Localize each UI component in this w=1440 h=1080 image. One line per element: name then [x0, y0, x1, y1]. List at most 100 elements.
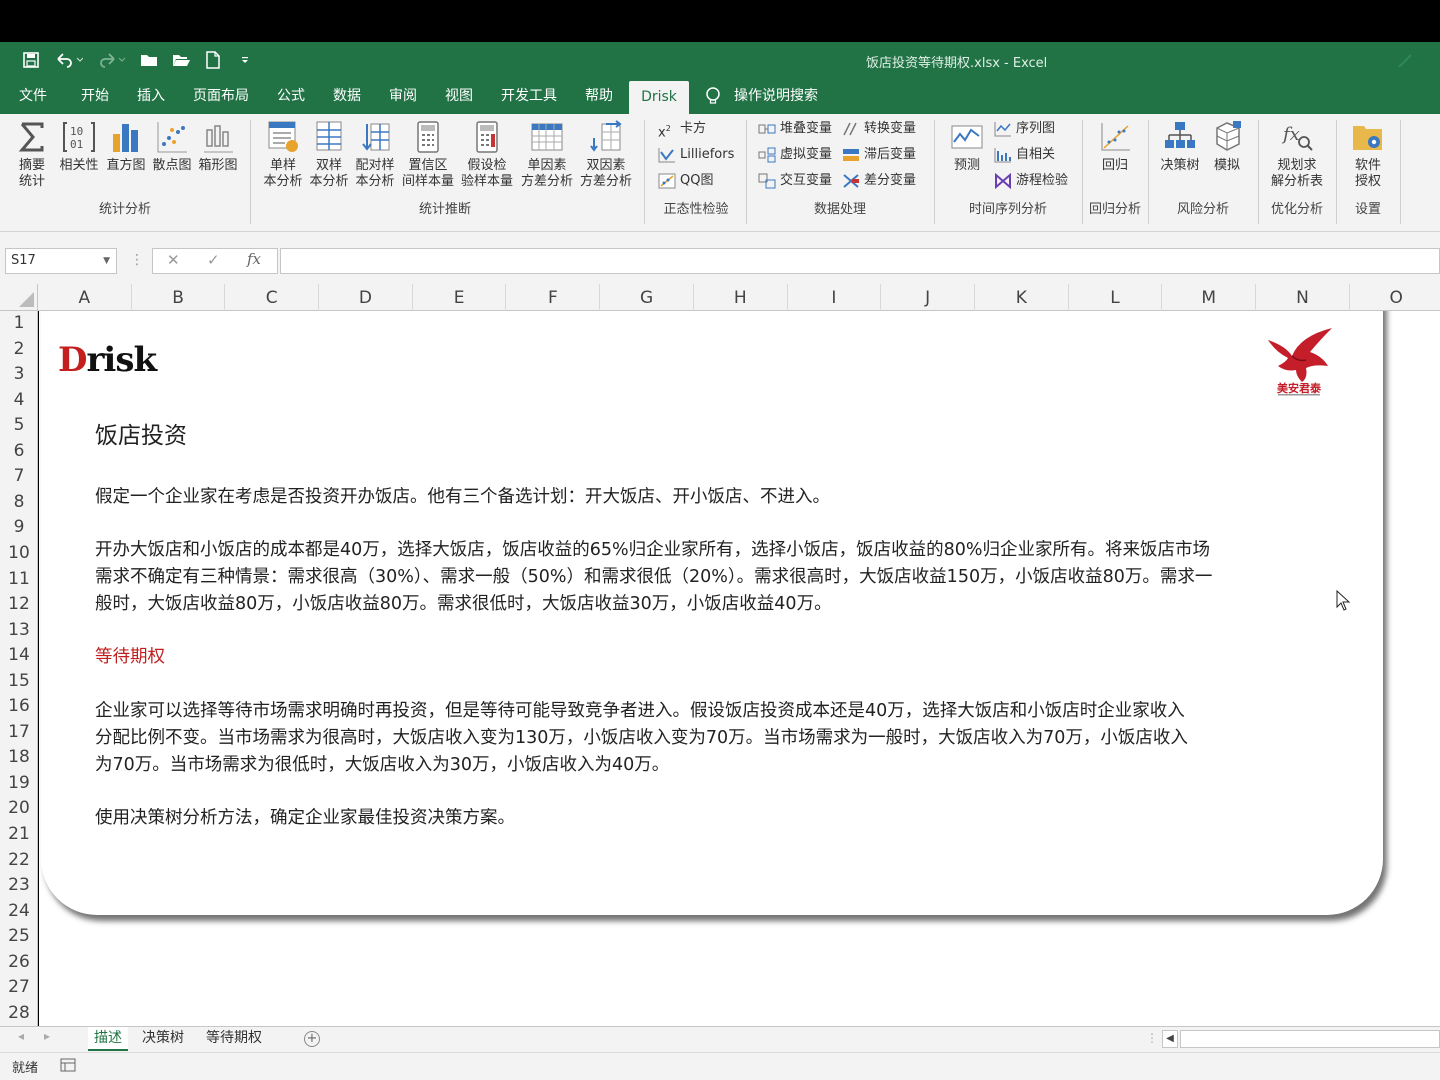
column-header[interactable]: L [1069, 284, 1163, 311]
tab-view[interactable]: 视图 [436, 78, 482, 114]
row-header[interactable]: 18 [0, 745, 38, 771]
account-icon[interactable] [1394, 50, 1416, 70]
row-header[interactable]: 21 [0, 822, 38, 848]
histogram-button[interactable]: 直方图 [104, 120, 148, 174]
column-header[interactable]: O [1350, 284, 1440, 311]
worksheet-grid[interactable] [39, 311, 1440, 1026]
one-way-anova-button[interactable]: 单因素 方差分析 [518, 120, 576, 190]
horizontal-scrollbar[interactable] [1180, 1030, 1440, 1048]
solver-table-button[interactable]: fx 规划求 解分析表 [1266, 120, 1328, 190]
row-header[interactable]: 14 [0, 643, 38, 669]
row-header[interactable]: 3 [0, 362, 38, 388]
tab-data[interactable]: 数据 [324, 78, 370, 114]
column-header[interactable]: N [1256, 284, 1350, 311]
column-header[interactable]: C [225, 284, 320, 311]
row-header[interactable]: 2 [0, 337, 38, 363]
row-header[interactable]: 5 [0, 413, 38, 439]
row-header[interactable]: 4 [0, 388, 38, 414]
resize-handle-icon[interactable]: ⋮ [130, 252, 144, 268]
tab-file[interactable]: 文件 [10, 78, 56, 114]
row-header[interactable]: 28 [0, 1001, 38, 1027]
chi-square-button[interactable]: x2 卡方 [658, 118, 706, 140]
tab-review[interactable]: 审阅 [380, 78, 426, 114]
column-header[interactable]: B [132, 284, 226, 311]
save-icon[interactable] [20, 50, 42, 70]
tab-insert[interactable]: 插入 [128, 78, 174, 114]
column-header[interactable]: M [1162, 284, 1257, 311]
customize-qat-icon[interactable] [236, 50, 254, 70]
correlation-button[interactable]: 10 01 相关性 [56, 120, 102, 174]
row-header[interactable]: 22 [0, 848, 38, 874]
row-header[interactable]: 6 [0, 439, 38, 465]
tab-help[interactable]: 帮助 [576, 78, 622, 114]
cancel-icon[interactable]: ✕ [167, 251, 180, 269]
column-header[interactable]: J [881, 284, 975, 311]
row-header[interactable]: 8 [0, 490, 38, 516]
row-header[interactable]: 12 [0, 592, 38, 618]
tab-formulas[interactable]: 公式 [268, 78, 314, 114]
column-header[interactable]: F [507, 284, 601, 311]
qq-plot-button[interactable]: QQ图 [658, 170, 713, 192]
series-plot-button[interactable]: 序列图 [994, 118, 1055, 140]
stack-variable-button[interactable]: 堆叠变量 [758, 118, 832, 140]
sheet-tab-decision-tree[interactable]: 决策树 [136, 1027, 190, 1051]
row-header[interactable]: 9 [0, 515, 38, 541]
paired-sample-button[interactable]: 配对样 本分析 [352, 120, 398, 190]
tab-developer[interactable]: 开发工具 [496, 78, 562, 114]
row-header[interactable]: 27 [0, 975, 38, 1001]
add-sheet-icon[interactable]: + [304, 1031, 320, 1047]
one-sample-button[interactable]: 单样 本分析 [258, 120, 308, 190]
row-header[interactable]: 1 [0, 311, 38, 337]
column-header[interactable]: K [975, 284, 1069, 311]
redo-icon[interactable] [94, 50, 128, 70]
dummy-variable-button[interactable]: 虚拟变量 [758, 144, 832, 166]
row-header[interactable]: 13 [0, 618, 38, 644]
scroll-left-icon[interactable]: ◂ [18, 1029, 24, 1043]
interaction-variable-button[interactable]: 交互变量 [758, 170, 832, 192]
simulation-button[interactable]: 模拟 [1206, 120, 1248, 174]
row-header[interactable]: 23 [0, 873, 38, 899]
transform-variable-button[interactable]: 转换变量 [842, 118, 916, 140]
row-header[interactable]: 7 [0, 464, 38, 490]
two-sample-button[interactable]: 双样 本分析 [306, 120, 352, 190]
row-header[interactable]: 20 [0, 796, 38, 822]
name-box[interactable]: S17 ▼ [5, 248, 117, 274]
row-header[interactable]: 19 [0, 771, 38, 797]
row-header[interactable]: 25 [0, 924, 38, 950]
regression-button[interactable]: 回归 [1094, 120, 1136, 174]
tab-home[interactable]: 开始 [72, 78, 118, 114]
folder-icon[interactable] [138, 50, 160, 70]
scatter-button[interactable]: 散点图 [150, 120, 194, 174]
insert-function-icon[interactable]: fx [247, 250, 261, 268]
open-folder-icon[interactable] [170, 50, 192, 70]
row-header[interactable]: 26 [0, 950, 38, 976]
lag-variable-button[interactable]: 滞后变量 [842, 144, 916, 166]
macro-record-icon[interactable] [60, 1058, 76, 1076]
column-header[interactable]: G [600, 284, 694, 311]
column-header[interactable]: A [38, 284, 132, 311]
scroll-right-icon[interactable]: ▸ [44, 1029, 50, 1043]
column-header[interactable]: E [413, 284, 507, 311]
formula-input[interactable] [280, 248, 1440, 274]
hscroll-left-icon[interactable]: ◀ [1162, 1030, 1178, 1048]
row-header[interactable]: 10 [0, 541, 38, 567]
sheet-tab-wait-option[interactable]: 等待期权 [200, 1027, 268, 1051]
runs-test-button[interactable]: 游程检验 [994, 170, 1068, 192]
boxplot-button[interactable]: 箱形图 [196, 120, 240, 174]
row-header[interactable]: 16 [0, 694, 38, 720]
select-all-corner[interactable] [0, 284, 38, 311]
enter-icon[interactable]: ✓ [207, 251, 220, 269]
row-header[interactable]: 15 [0, 669, 38, 695]
autocorrelation-button[interactable]: 自相关 [994, 144, 1055, 166]
tab-drisk[interactable]: Drisk [629, 81, 689, 114]
row-header[interactable]: 11 [0, 567, 38, 593]
tab-page-layout[interactable]: 页面布局 [188, 78, 254, 114]
two-way-anova-button[interactable]: 双因素 方差分析 [577, 120, 635, 190]
lilliefors-button[interactable]: Lilliefors [658, 144, 734, 166]
column-header[interactable]: I [788, 284, 882, 311]
split-handle-icon[interactable]: ⋮ [1146, 1031, 1158, 1045]
forecast-button[interactable]: 预测 [946, 120, 988, 174]
row-header[interactable]: 17 [0, 720, 38, 746]
chevron-down-icon[interactable]: ▼ [103, 249, 110, 273]
column-header[interactable]: D [319, 284, 413, 311]
